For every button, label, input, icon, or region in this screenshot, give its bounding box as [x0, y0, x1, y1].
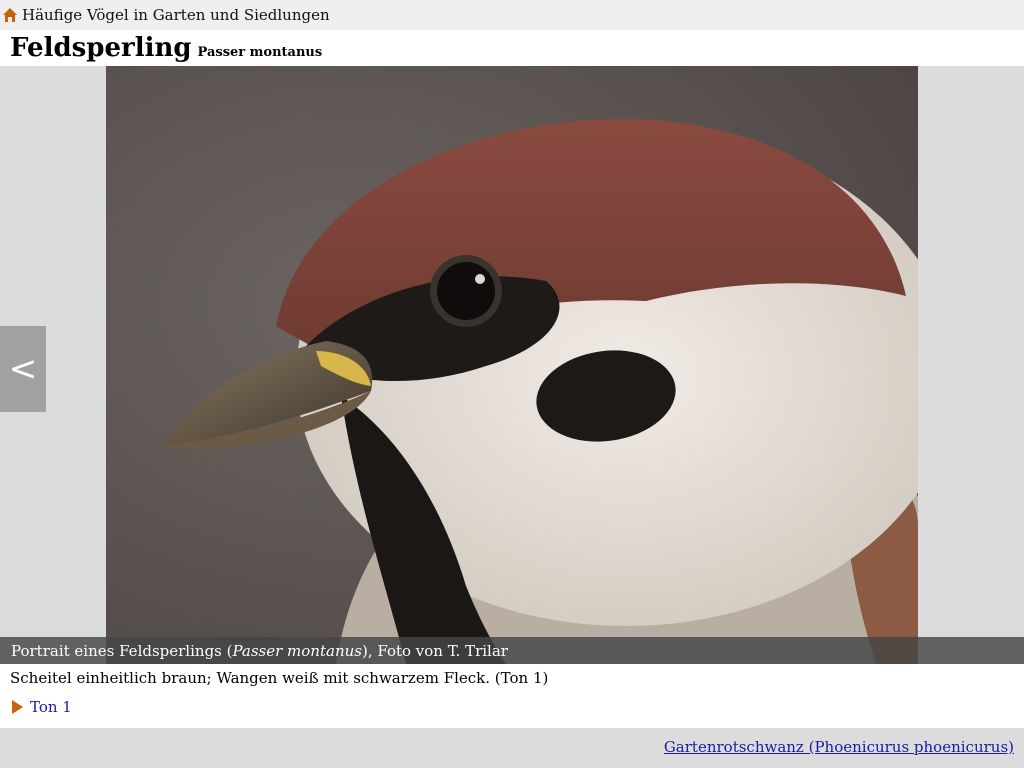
photo-gallery: < Portrait eines Feldsperlings (Passer m… [0, 66, 1024, 664]
home-icon [3, 8, 17, 22]
home-link[interactable]: Häufige Vögel in Garten und Siedlungen [0, 0, 330, 30]
bottom-nav: Gartenrotschwanz (Phoenicurus phoenicuru… [0, 728, 1024, 768]
bird-photo [106, 66, 918, 664]
breadcrumb-label: Häufige Vögel in Garten und Siedlungen [22, 6, 330, 24]
latin-name: Passer montanus [197, 45, 323, 60]
next-species-link[interactable]: Gartenrotschwanz (Phoenicurus phoenicuru… [664, 738, 1014, 756]
species-description: Scheitel einheitlich braun; Wangen weiß … [10, 669, 549, 687]
chevron-left-icon: < [8, 349, 38, 389]
caption-prefix: Portrait eines Feldsperlings ( [11, 641, 233, 660]
page-title: Feldsperling [10, 33, 192, 63]
play-icon [12, 700, 23, 714]
title-row: Feldsperling Passer montanus [10, 32, 322, 66]
sound-link[interactable]: Ton 1 [10, 698, 72, 716]
top-bar: Häufige Vögel in Garten und Siedlungen [0, 0, 1024, 30]
caption-suffix: ), Foto von T. Trilar [361, 641, 508, 660]
caption-text: Portrait eines Feldsperlings (Passer mon… [0, 642, 508, 660]
tree-sparrow-portrait [106, 66, 918, 664]
caption-species: Passer montanus [232, 641, 362, 660]
photo-caption: Portrait eines Feldsperlings (Passer mon… [0, 637, 1024, 664]
sound-label: Ton 1 [30, 698, 72, 716]
prev-image-button[interactable]: < [0, 326, 46, 412]
